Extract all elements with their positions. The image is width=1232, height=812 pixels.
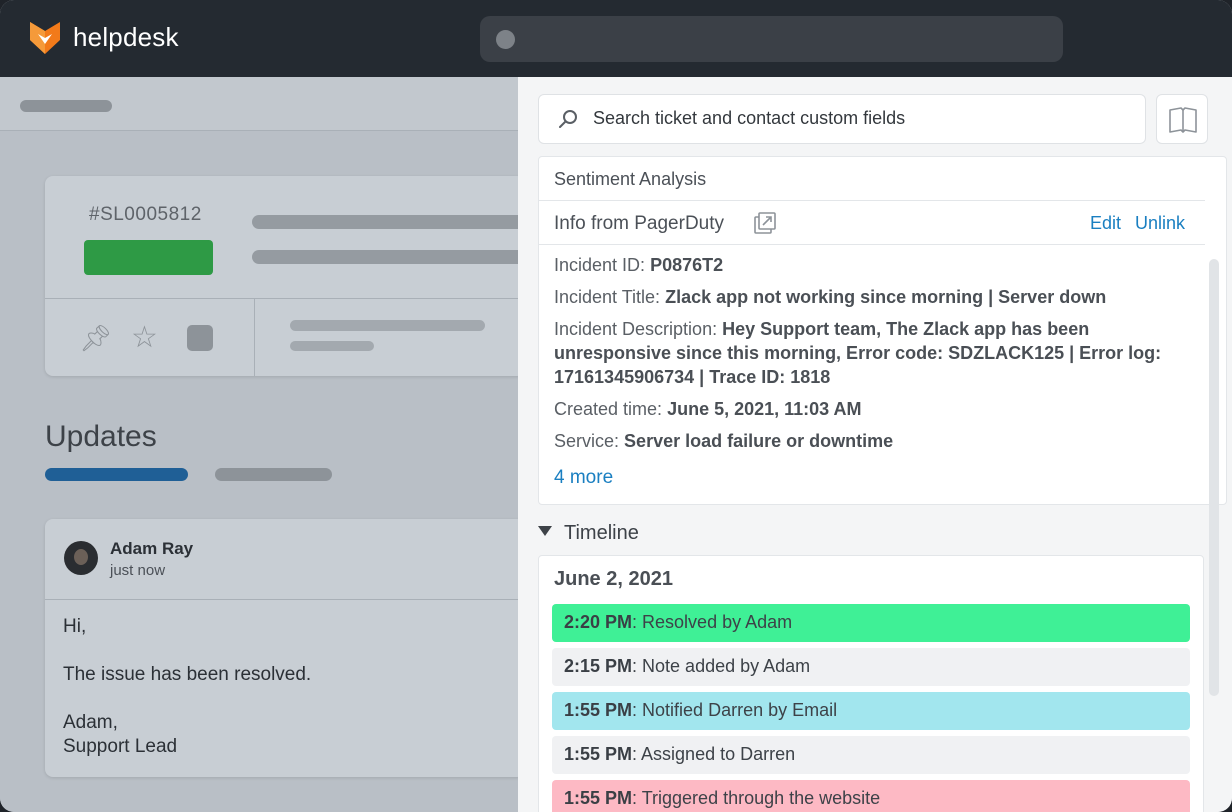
ticket-card: #SL0005812 📌︎ ☆ [45,176,532,376]
ticket-id: #SL0005812 [89,204,202,225]
sub-header [0,77,518,131]
timeline-events: 2:20 PM: Resolved by Adam 2:15 PM: Note … [552,604,1190,812]
update-author: Adam Ray [110,539,194,558]
ticket-subtitle-placeholder [252,250,532,264]
external-link-icon[interactable] [753,211,777,235]
pin-icon[interactable]: 📌︎ [79,323,112,354]
caret-down-icon [538,526,552,536]
divider [45,599,525,600]
scrollbar[interactable] [1209,259,1219,696]
timeline-event: 1:55 PM: Assigned to Darren [552,736,1190,774]
timeline-event: 2:20 PM: Resolved by Adam [552,604,1190,642]
update-card: Adam Ray just now Hi, The issue has been… [45,519,525,777]
timeline-event: 2:15 PM: Note added by Adam [552,648,1190,686]
global-search-bar[interactable] [480,16,1063,62]
meta-placeholder [290,341,374,351]
incident-field: Incident Description: Hey Support team, … [554,319,1162,387]
timeline-event: 1:55 PM: Triggered through the website [552,780,1190,812]
update-time: just now [110,562,166,579]
timeline-date: June 2, 2021 [554,568,673,590]
fox-logo-icon[interactable] [30,22,60,54]
meta-placeholder [290,320,485,331]
top-bar: helpdesk [0,0,1232,77]
timeline-title: Timeline [564,522,639,544]
incident-field: Service: Server load failure or downtime [554,431,894,451]
star-icon[interactable]: ☆ [131,320,158,355]
search-placeholder: Search ticket and contact custom fields [593,108,906,128]
pagerduty-header: Info from PagerDuty Edit Unlink [539,201,1205,245]
timeline-event: 1:55 PM: Notified Darren by Email [552,692,1190,730]
divider [254,299,255,376]
incident-field: Incident ID: P0876T2 [554,255,724,275]
book-icon [1169,107,1197,133]
search-dot-icon [496,30,515,49]
ticket-title-placeholder [252,215,532,229]
timeline-card: June 2, 2021 2:20 PM: Resolved by Adam 2… [538,555,1204,812]
divider [45,298,525,299]
brand-name: helpdesk [73,22,179,52]
ticket-background: #SL0005812 📌︎ ☆ Updates Adam Ray just no… [0,77,532,812]
knowledge-book-button[interactable] [1156,94,1208,144]
sentiment-section[interactable]: Sentiment Analysis [539,157,1205,201]
incident-fields: Incident ID: P0876T2 Incident Title: Zla… [554,253,1194,461]
edit-link[interactable]: Edit [1090,213,1121,234]
custom-field-search-input[interactable]: Search ticket and contact custom fields [538,94,1146,144]
app-window: helpdesk #SL0005812 📌︎ ☆ Updates Adam Ra… [0,0,1232,812]
sentiment-title: Sentiment Analysis [554,169,707,189]
avatar [64,541,98,575]
incident-field: Created time: June 5, 2021, 11:03 AM [554,399,862,419]
incident-field: Incident Title: Zlack app not working si… [554,287,1107,307]
tab-other[interactable] [215,468,332,481]
pagerduty-info-card: Sentiment Analysis Info from PagerDuty E… [538,156,1227,505]
unlink-link[interactable]: Unlink [1135,213,1185,234]
status-badge [84,240,213,275]
search-icon [559,110,577,128]
pagerduty-title: Info from PagerDuty [554,213,725,234]
more-fields-link[interactable]: 4 more [554,467,613,489]
updates-heading: Updates [45,420,157,453]
update-message: Hi, The issue has been resolved. Adam, S… [63,616,312,757]
subheader-placeholder [20,100,112,112]
action-square-icon[interactable] [187,325,213,351]
custom-fields-panel: Search ticket and contact custom fields … [518,77,1232,812]
tab-active[interactable] [45,468,188,481]
